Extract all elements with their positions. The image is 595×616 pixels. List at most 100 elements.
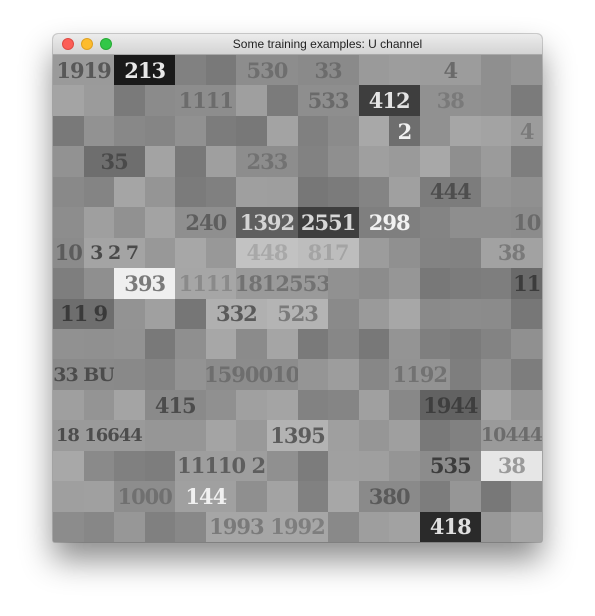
example-tile (389, 328, 420, 360)
example-tile (328, 359, 359, 390)
example-tile (389, 55, 420, 86)
example-tile-labeled: 10 (53, 237, 84, 269)
digit-label: 1919 (56, 57, 111, 83)
example-tile (480, 207, 512, 238)
example-tile (144, 359, 176, 390)
digit-label: 33 (314, 57, 342, 83)
close-button[interactable] (62, 38, 74, 50)
digit-label: 418 (429, 514, 472, 540)
example-tile (175, 237, 206, 269)
example-tile (480, 115, 512, 147)
example-tile (480, 85, 512, 116)
example-tile-labeled: 1111 (175, 85, 237, 116)
example-tile (53, 85, 84, 116)
example-tile (297, 481, 329, 512)
example-tile (450, 298, 481, 329)
example-tile (297, 328, 329, 360)
example-tile (266, 328, 298, 360)
example-tile (480, 481, 512, 512)
example-tile (175, 420, 206, 451)
example-tile (328, 481, 359, 512)
example-tile-labeled: 332 (205, 298, 267, 329)
title-bar[interactable]: Some training examples: U channel (53, 34, 542, 55)
example-tile (205, 237, 237, 269)
example-tile (358, 420, 390, 451)
example-tile (480, 55, 512, 86)
digit-label: 1993 (209, 514, 264, 540)
example-tile (236, 85, 267, 116)
example-tile (480, 328, 512, 360)
digit-label: 35 (100, 149, 129, 175)
example-tile (297, 359, 329, 390)
example-tile (511, 328, 542, 360)
example-tile (53, 176, 84, 208)
example-tile-labeled: 11 (511, 268, 542, 299)
example-tile (297, 115, 329, 147)
example-tile (297, 146, 329, 177)
example-tile (511, 85, 542, 116)
example-tile (328, 115, 359, 147)
example-tile (328, 450, 359, 482)
digit-label: 3 2 7 (90, 241, 139, 264)
example-tile (144, 328, 176, 360)
example-tile (114, 207, 145, 238)
example-tile (511, 359, 542, 390)
minimize-button[interactable] (81, 38, 93, 50)
example-tile-labeled: 11 9 (53, 298, 115, 329)
example-tile (205, 55, 237, 86)
example-tile (450, 481, 481, 512)
example-tile (389, 420, 420, 451)
example-tile-labeled: 10 (511, 207, 542, 238)
example-tile (450, 207, 481, 238)
example-tile-labeled: 213 (114, 55, 176, 86)
example-tile (83, 511, 115, 542)
example-tile-labeled: 1993 (205, 511, 267, 542)
example-tile (83, 389, 115, 421)
example-tile-labeled: 1111 (175, 268, 237, 299)
example-tile (53, 268, 84, 299)
digit-label: 530 (246, 57, 289, 83)
digit-label: 38 (436, 88, 465, 114)
example-tile (328, 146, 359, 177)
example-tile (511, 298, 542, 329)
digit-label: 10 (513, 209, 541, 235)
example-tile (175, 115, 206, 147)
example-tile (175, 176, 206, 208)
example-tile-labeled: 33 BU (53, 359, 115, 390)
example-tile-labeled: 298 (358, 207, 420, 238)
example-tile (389, 511, 420, 542)
example-tile (358, 389, 390, 421)
example-tile (328, 389, 359, 421)
example-tile (114, 389, 145, 421)
digit-label: 1812553 (236, 270, 329, 296)
example-tile (389, 389, 420, 421)
example-tile-labeled: 412 (358, 85, 420, 116)
example-tile (83, 85, 115, 116)
digit-label: 1111 (178, 88, 234, 114)
example-tile (328, 176, 359, 208)
digit-label: 1192 (392, 362, 448, 388)
example-tile (266, 115, 298, 147)
example-tile (236, 481, 267, 512)
example-tile (83, 268, 115, 299)
example-tile (266, 176, 298, 208)
digit-label: 533 (307, 88, 350, 114)
example-tile-labeled: 38 (480, 237, 542, 269)
example-tile (53, 146, 84, 177)
zoom-button[interactable] (100, 38, 112, 50)
example-tile-labeled: 1919 (53, 55, 115, 86)
app-window: Some training examples: U channel 1919 21… (53, 34, 542, 542)
digit-label: 38 (497, 240, 526, 266)
example-tile (450, 420, 481, 451)
example-tile (53, 389, 84, 421)
digit-label: 2 (397, 118, 413, 144)
example-tile (144, 511, 176, 542)
example-tile (328, 420, 359, 451)
example-tile (419, 328, 451, 360)
digit-label: 18 16644 (55, 424, 143, 446)
digit-label: 38 (497, 453, 526, 479)
digit-label: 1590010 (205, 362, 298, 388)
example-tile (389, 146, 420, 177)
training-examples-mosaic: 1919 213 530 33 4 1111 533 412 38 2 4 35 233 444 240 13… (53, 55, 542, 542)
example-tile (53, 328, 84, 360)
